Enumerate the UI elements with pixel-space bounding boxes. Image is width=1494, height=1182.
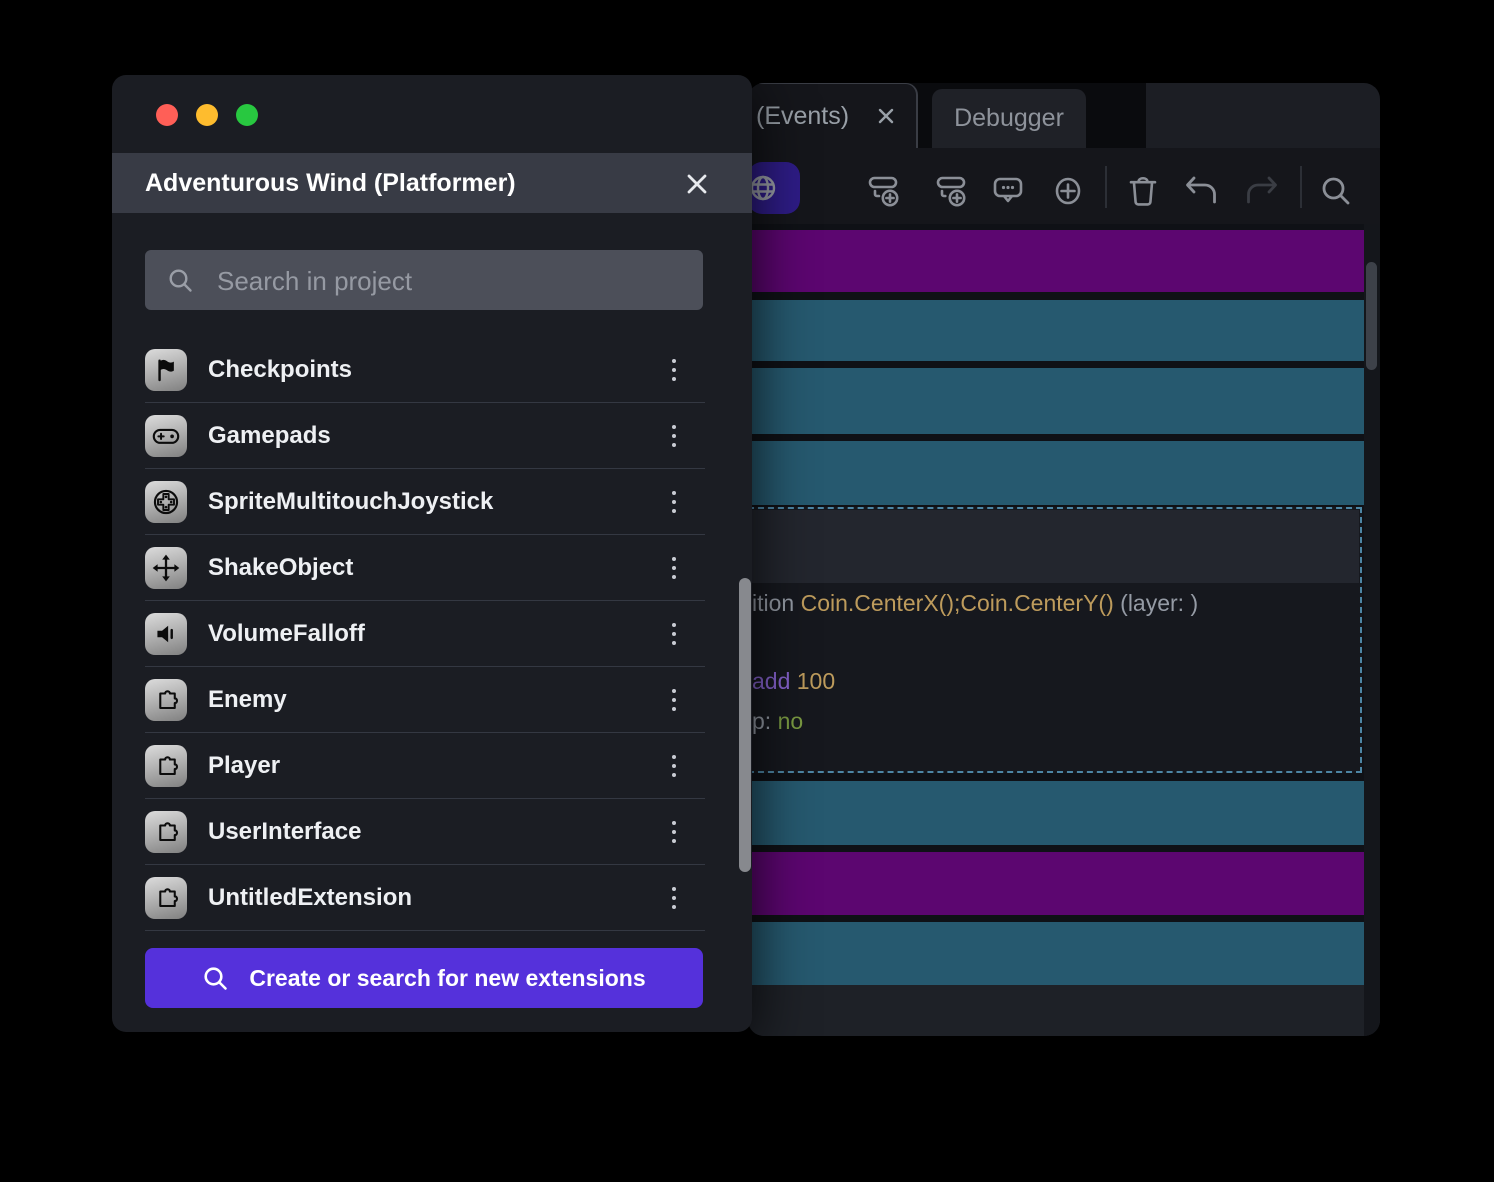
extension-item-spritemultitouchjoystick[interactable]: SpriteMultitouchJoystick bbox=[112, 469, 752, 535]
event-row[interactable] bbox=[748, 922, 1364, 985]
tab-events[interactable]: (Events) bbox=[748, 83, 918, 148]
extension-label: SpriteMultitouchJoystick bbox=[208, 488, 494, 515]
item-menu-button[interactable] bbox=[656, 548, 692, 588]
extension-label: Checkpoints bbox=[208, 356, 353, 383]
extension-item-enemy[interactable]: Enemy bbox=[112, 667, 752, 733]
code-value: 100 bbox=[796, 668, 836, 694]
selected-event-row[interactable]: ition Coin.CenterX();Coin.CenterY() (lay… bbox=[748, 507, 1362, 773]
tab-close-icon[interactable] bbox=[875, 105, 897, 127]
item-menu-button[interactable] bbox=[656, 416, 692, 456]
tabbar-right-panel bbox=[1146, 83, 1380, 148]
desktop: (Events) Debugger ition Coin.CenterX();C… bbox=[0, 0, 1494, 1182]
speaker-icon bbox=[145, 613, 187, 655]
tab-events-label: (Events) bbox=[756, 101, 850, 130]
extensions-dialog: Adventurous Wind (Platformer) Checkpoint… bbox=[112, 75, 752, 1032]
event-row[interactable] bbox=[748, 781, 1364, 845]
dialog-header: Adventurous Wind (Platformer) bbox=[112, 153, 752, 213]
item-menu-button[interactable] bbox=[656, 878, 692, 918]
create-button-label: Create or search for new extensions bbox=[249, 964, 646, 991]
add-event-button[interactable] bbox=[865, 171, 905, 211]
tab-debugger[interactable]: Debugger bbox=[932, 89, 1086, 148]
code-boolean: no bbox=[777, 708, 804, 734]
sheet-footer bbox=[748, 985, 1380, 1036]
add-comment-button[interactable] bbox=[988, 171, 1028, 211]
item-menu-button[interactable] bbox=[656, 482, 692, 522]
puzzle-icon bbox=[145, 811, 187, 853]
puzzle-icon bbox=[145, 745, 187, 787]
event-row[interactable] bbox=[748, 441, 1364, 505]
item-menu-button[interactable] bbox=[656, 350, 692, 390]
toolbar-divider bbox=[1105, 166, 1107, 208]
event-row[interactable] bbox=[748, 300, 1364, 361]
event-row[interactable] bbox=[748, 230, 1364, 292]
gamepad-icon bbox=[145, 415, 187, 457]
events-scrollbar-track[interactable] bbox=[1364, 224, 1380, 1036]
extension-item-gamepads[interactable]: Gamepads bbox=[112, 403, 752, 469]
search-icon bbox=[202, 965, 229, 992]
extension-item-checkpoints[interactable]: Checkpoints bbox=[112, 337, 752, 403]
tab-debugger-label: Debugger bbox=[954, 104, 1064, 132]
events-editor-window: (Events) Debugger ition Coin.CenterX();C… bbox=[748, 83, 1380, 1036]
item-menu-button[interactable] bbox=[656, 680, 692, 720]
undo-button[interactable] bbox=[1182, 171, 1222, 211]
extension-item-volumefalloff[interactable]: VolumeFalloff bbox=[112, 601, 752, 667]
globe-toolbar-button[interactable] bbox=[748, 162, 800, 214]
project-search-box bbox=[145, 250, 703, 312]
extension-label: Gamepads bbox=[208, 422, 331, 449]
event-action-text: ition Coin.CenterX();Coin.CenterY() (lay… bbox=[752, 590, 1198, 617]
extension-item-player[interactable]: Player bbox=[112, 733, 752, 799]
extension-label: Player bbox=[208, 752, 281, 779]
dialog-title: Adventurous Wind (Platformer) bbox=[145, 169, 516, 197]
code-fragment: p: bbox=[752, 708, 778, 734]
selected-event-condition-area bbox=[751, 510, 1359, 583]
joystick-icon bbox=[145, 481, 187, 523]
extension-item-untitledextension[interactable]: UntitledExtension bbox=[112, 865, 752, 931]
search-icon bbox=[167, 267, 194, 294]
tab-bar: (Events) Debugger bbox=[748, 83, 1380, 148]
traffic-light-close[interactable] bbox=[156, 104, 178, 126]
code-keyword: add bbox=[752, 668, 797, 694]
extension-label: Enemy bbox=[208, 686, 287, 713]
item-menu-button[interactable] bbox=[656, 746, 692, 786]
delete-button[interactable] bbox=[1123, 171, 1163, 211]
search-events-button[interactable] bbox=[1316, 171, 1356, 211]
code-fragment: ition bbox=[752, 590, 801, 616]
code-expression: Coin.CenterX();Coin.CenterY() bbox=[800, 590, 1114, 616]
extension-label: ShakeObject bbox=[208, 554, 354, 581]
extension-item-userinterface[interactable]: UserInterface bbox=[112, 799, 752, 865]
item-menu-button[interactable] bbox=[656, 614, 692, 654]
event-sheet: ition Coin.CenterX();Coin.CenterY() (lay… bbox=[748, 224, 1380, 1036]
event-action-text: p: no bbox=[752, 708, 803, 735]
search-input[interactable] bbox=[215, 250, 689, 312]
extension-label: VolumeFalloff bbox=[208, 620, 365, 647]
event-row[interactable] bbox=[748, 368, 1364, 434]
list-divider bbox=[145, 930, 705, 931]
add-subevent-button[interactable] bbox=[931, 171, 971, 211]
dialog-close-button[interactable] bbox=[682, 167, 716, 201]
toolbar-divider bbox=[1300, 166, 1302, 208]
extension-label: UntitledExtension bbox=[208, 884, 413, 911]
puzzle-icon bbox=[145, 877, 187, 919]
move-arrows-icon bbox=[145, 547, 187, 589]
extension-label: UserInterface bbox=[208, 818, 362, 845]
traffic-light-minimize[interactable] bbox=[196, 104, 218, 126]
events-scrollbar-thumb[interactable] bbox=[1366, 262, 1377, 370]
add-event-menu-button[interactable] bbox=[1048, 171, 1088, 211]
extension-item-shakeobject[interactable]: ShakeObject bbox=[112, 535, 752, 601]
event-action-text: add 100 bbox=[752, 668, 835, 695]
dialog-scrollbar-thumb[interactable] bbox=[739, 578, 751, 872]
traffic-light-maximize[interactable] bbox=[236, 104, 258, 126]
item-menu-button[interactable] bbox=[656, 812, 692, 852]
event-row[interactable] bbox=[748, 852, 1364, 915]
puzzle-icon bbox=[145, 679, 187, 721]
events-toolbar bbox=[748, 148, 1380, 224]
code-fragment: (layer: ) bbox=[1113, 590, 1199, 616]
redo-button[interactable] bbox=[1241, 171, 1281, 211]
create-or-search-extensions-button[interactable]: Create or search for new extensions bbox=[145, 948, 703, 1008]
flag-icon bbox=[145, 349, 187, 391]
